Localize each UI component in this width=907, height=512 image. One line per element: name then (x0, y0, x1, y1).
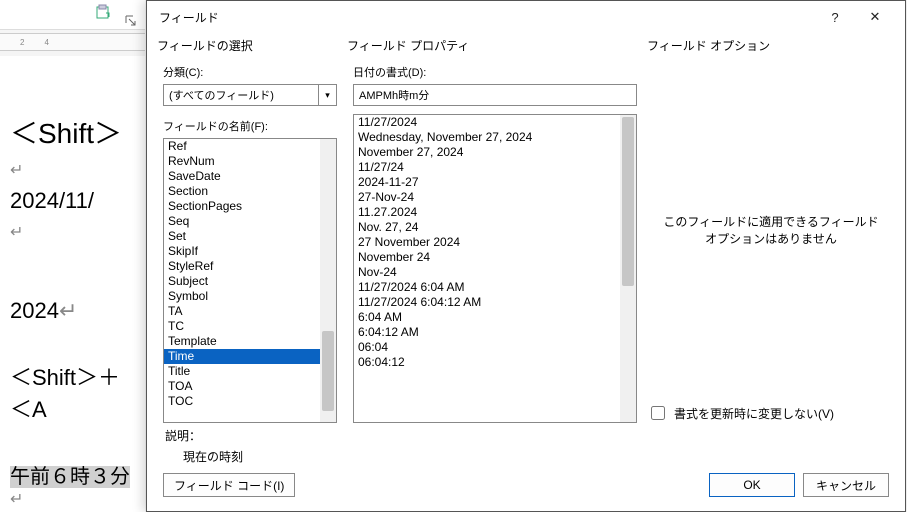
list-item[interactable]: RevNum (164, 154, 320, 169)
fieldname-listbox[interactable]: RefRevNumSaveDateSectionSectionPagesSeqS… (163, 138, 337, 423)
paste-options-icon (95, 3, 113, 21)
list-item[interactable]: Ref (164, 139, 320, 154)
list-item[interactable]: Set (164, 229, 320, 244)
list-item[interactable]: Section (164, 184, 320, 199)
paragraph-mark: ↵ (10, 222, 135, 242)
chevron-down-icon[interactable]: ▾ (319, 84, 337, 106)
section-header-select: フィールドの選択 (157, 37, 337, 54)
close-button[interactable]: ✕ (855, 3, 895, 31)
fieldname-label: フィールドの名前(F): (163, 118, 337, 134)
list-item[interactable]: SaveDate (164, 169, 320, 184)
field-dialog: フィールド ? ✕ フィールドの選択 分類(C): ▾ フィールドの名前(F):… (146, 0, 906, 512)
doc-text: ＜Shift＞ (10, 112, 135, 152)
field-codes-button[interactable]: フィールド コード(I) (163, 473, 295, 497)
dialog-title: フィールド (159, 9, 815, 26)
doc-text: ＜Shift＞＋＜A (10, 360, 135, 424)
scrollbar-thumb[interactable] (322, 331, 334, 410)
dateformat-input[interactable] (353, 84, 637, 106)
scrollbar-thumb[interactable] (622, 117, 634, 286)
list-item[interactable]: TOA (164, 379, 320, 394)
description-text: 現在の時刻 (183, 448, 899, 465)
list-item[interactable]: 6:04:12 AM (354, 325, 620, 340)
list-item[interactable]: TA (164, 304, 320, 319)
document-page: ＜Shift＞ ↵ 2024/11/ ↵ 2024↵ ＜Shift＞＋＜A 午前… (0, 56, 145, 512)
list-item[interactable]: 27-Nov-24 (354, 190, 620, 205)
list-item[interactable]: Nov. 27, 24 (354, 220, 620, 235)
preserve-format-label: 書式を更新時に変更しない(V) (674, 405, 834, 422)
category-value[interactable] (163, 84, 319, 106)
list-item[interactable]: 06:04:12 (354, 355, 620, 370)
list-item[interactable]: SectionPages (164, 199, 320, 214)
options-empty-message: このフィールドに適用できるフィールド オプションはありません (647, 60, 895, 399)
list-item[interactable]: Nov-24 (354, 265, 620, 280)
list-item[interactable]: Wednesday, November 27, 2024 (354, 130, 620, 145)
list-item[interactable]: TOC (164, 394, 320, 409)
list-item[interactable]: November 27, 2024 (354, 145, 620, 160)
doc-text: 2024/11/ (10, 188, 135, 214)
scrollbar[interactable] (320, 139, 336, 422)
doc-text-selected: 午前６時３分 (10, 466, 130, 488)
titlebar: フィールド ? ✕ (147, 1, 905, 33)
list-item[interactable]: Seq (164, 214, 320, 229)
list-item[interactable]: 6:04 AM (354, 310, 620, 325)
dialog-launcher-icon[interactable] (125, 15, 137, 27)
description-label: 説明： (165, 427, 899, 444)
list-item[interactable]: 11/27/2024 6:04 AM (354, 280, 620, 295)
list-item[interactable]: 27 November 2024 (354, 235, 620, 250)
list-item[interactable]: StyleRef (164, 259, 320, 274)
doc-text: 2024 (10, 298, 59, 323)
ruler: 24 (0, 33, 145, 51)
preserve-format-checkbox[interactable]: 書式を更新時に変更しない(V) (647, 403, 895, 423)
category-label: 分類(C): (163, 64, 337, 80)
help-button[interactable]: ? (815, 3, 855, 31)
list-item[interactable]: 11/27/24 (354, 160, 620, 175)
paragraph-mark: ↵ (10, 160, 135, 180)
ok-button[interactable]: OK (709, 473, 795, 497)
list-item[interactable]: 11/27/2024 (354, 115, 620, 130)
cancel-button[interactable]: キャンセル (803, 473, 889, 497)
section-header-props: フィールド プロパティ (347, 37, 637, 54)
list-item[interactable]: Title (164, 364, 320, 379)
ribbon-area (0, 0, 145, 30)
list-item[interactable]: 11/27/2024 6:04:12 AM (354, 295, 620, 310)
list-item[interactable]: Subject (164, 274, 320, 289)
list-item[interactable]: 11.27.2024 (354, 205, 620, 220)
scrollbar[interactable] (620, 115, 636, 422)
category-combo[interactable]: ▾ (163, 84, 337, 106)
list-item[interactable]: Time (164, 349, 320, 364)
list-item[interactable]: SkipIf (164, 244, 320, 259)
dateformat-label: 日付の書式(D): (353, 64, 637, 80)
list-item[interactable]: 06:04 (354, 340, 620, 355)
list-item[interactable]: Template (164, 334, 320, 349)
list-item[interactable]: TC (164, 319, 320, 334)
preserve-format-input[interactable] (651, 406, 665, 420)
section-header-options: フィールド オプション (647, 37, 895, 54)
list-item[interactable]: 2024-11-27 (354, 175, 620, 190)
list-item[interactable]: November 24 (354, 250, 620, 265)
list-item[interactable]: Symbol (164, 289, 320, 304)
dateformat-listbox[interactable]: 11/27/2024Wednesday, November 27, 2024No… (353, 114, 637, 423)
